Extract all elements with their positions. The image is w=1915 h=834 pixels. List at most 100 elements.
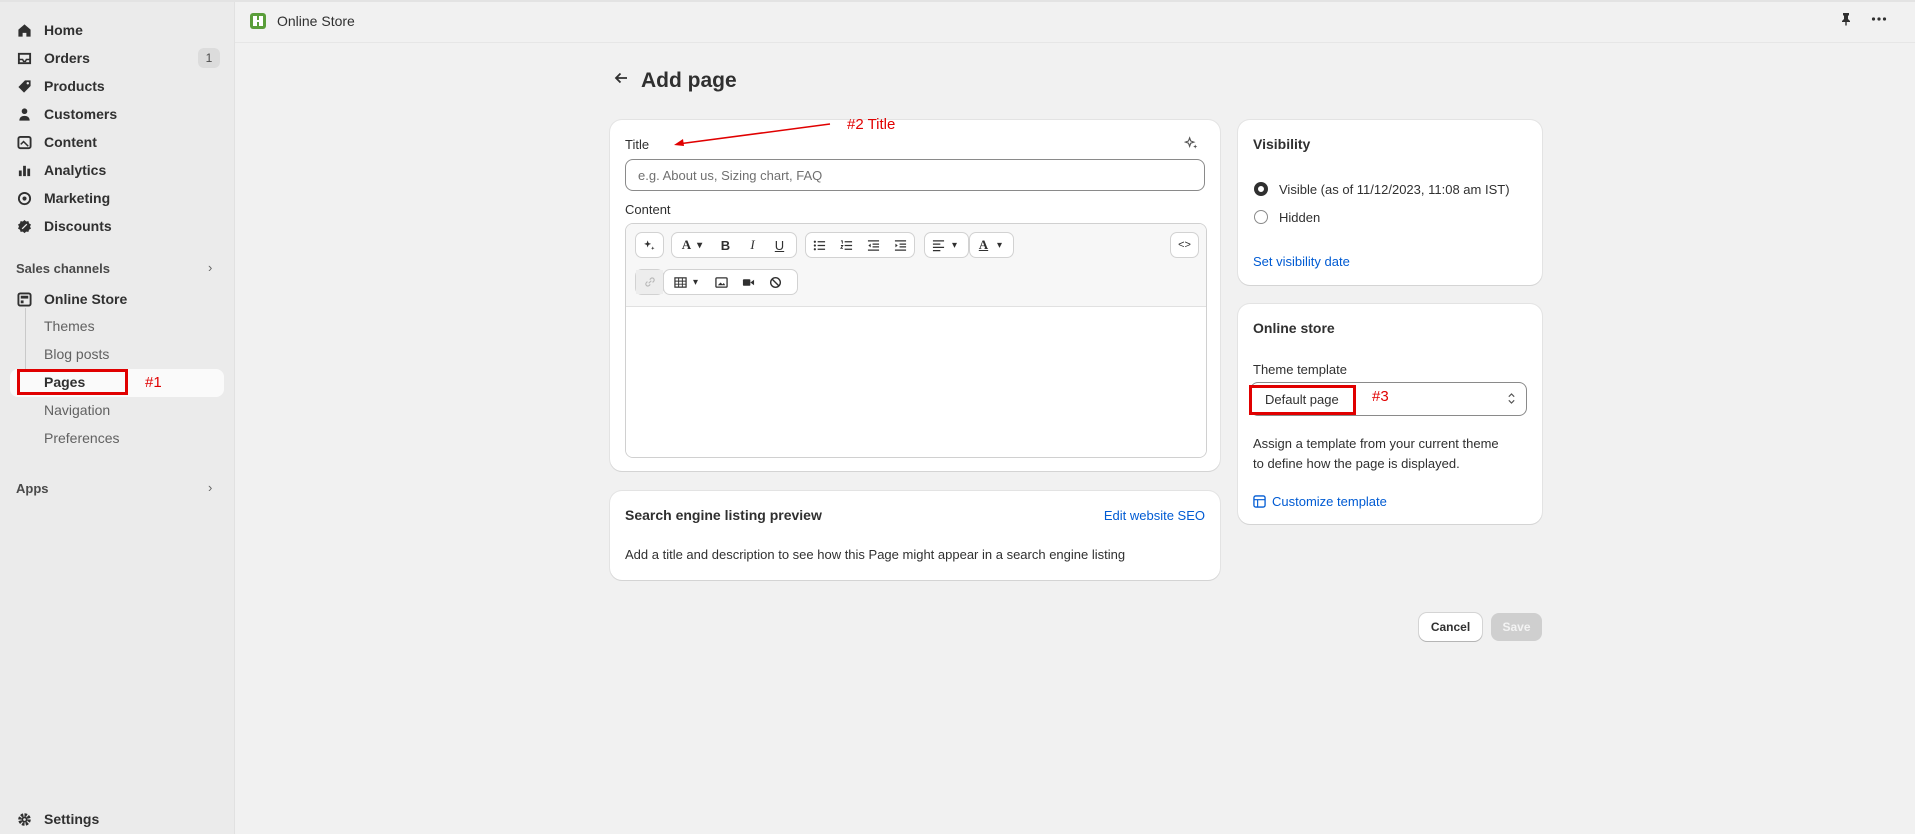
sidebar-item-marketing[interactable]: Marketing [16, 186, 110, 210]
sidebar-subitem-preferences[interactable]: Preferences [44, 430, 119, 446]
content-label: Content [625, 202, 671, 217]
topbar-divider [235, 42, 1915, 43]
edit-seo-link[interactable]: Edit website SEO [1104, 508, 1205, 523]
table-dropdown[interactable]: ▾ [664, 270, 708, 294]
sidebar-item-home[interactable]: Home [16, 18, 83, 42]
visibility-card-title: Visibility [1253, 136, 1311, 152]
annotation-note-3: #3 [1372, 388, 1389, 405]
pin-icon[interactable] [1839, 12, 1853, 30]
align-dropdown[interactable]: ▾ [924, 232, 969, 258]
sparkle-icon [636, 233, 663, 257]
back-arrow-icon[interactable] [613, 70, 629, 91]
table-icon [674, 276, 687, 288]
seo-description: Add a title and description to see how t… [625, 547, 1126, 562]
topbar-store[interactable]: Online Store [249, 12, 355, 30]
annotation-arrow-2 [674, 123, 831, 146]
chevron-down-icon: ▾ [952, 239, 958, 251]
rich-text-editor: A ▾ B I U ▾ A ▾ <> ▾ [625, 223, 1207, 458]
title-input[interactable]: e.g. About us, Sizing chart, FAQ [625, 159, 1205, 191]
image-icon [16, 134, 32, 150]
person-icon [16, 106, 32, 122]
indent-icon[interactable] [887, 233, 914, 257]
page-content-card: Title e.g. About us, Sizing chart, FAQ C… [610, 120, 1220, 471]
annotation-note-1: #1 [145, 374, 162, 391]
visibility-card: Visibility Visible (as of 11/12/2023, 11… [1238, 120, 1542, 285]
gear-icon [16, 811, 32, 827]
text-color-icon: A [978, 237, 989, 252]
customize-template-link[interactable]: Customize template [1253, 494, 1387, 509]
theme-template-label: Theme template [1253, 362, 1347, 377]
chevron-down-icon: ▾ [692, 276, 699, 288]
underline-button[interactable]: U [766, 233, 793, 257]
ai-generate-button[interactable] [635, 232, 664, 258]
chevron-right-icon[interactable]: › [208, 260, 212, 275]
sidebar-item-settings[interactable]: Settings [16, 807, 99, 831]
chevron-down-icon: ▾ [997, 239, 1003, 251]
sidebar-item-label: Home [44, 22, 83, 38]
home-icon [16, 22, 32, 38]
more-options-icon[interactable] [1871, 12, 1887, 30]
orders-count-badge: 1 [198, 48, 220, 68]
top-border [0, 0, 1915, 2]
apps-heading[interactable]: Apps [16, 481, 49, 496]
visible-radio-label[interactable]: Visible (as of 11/12/2023, 11:08 am IST) [1279, 182, 1510, 197]
topbar-icons [1839, 12, 1887, 30]
sidebar: Home Orders 1 Products Customers Content… [0, 2, 235, 834]
hidden-radio[interactable] [1254, 210, 1268, 224]
sidebar-item-label: Analytics [44, 162, 107, 178]
numbered-list-icon[interactable] [833, 233, 860, 257]
sidebar-item-label: Products [44, 78, 105, 94]
link-button[interactable] [635, 269, 664, 295]
editor-body[interactable] [626, 307, 1206, 457]
template-help-line1: Assign a template from your current them… [1253, 436, 1499, 451]
chevron-down-icon: ▾ [697, 239, 703, 251]
sidebar-item-online-store[interactable]: Online Store [16, 287, 127, 311]
bold-button[interactable]: B [712, 233, 739, 257]
hidden-radio-label[interactable]: Hidden [1279, 210, 1320, 225]
customize-template-label: Customize template [1272, 494, 1387, 509]
list-group [805, 232, 915, 258]
storefront-icon [16, 291, 32, 307]
insert-image-icon[interactable] [708, 270, 735, 294]
sidebar-item-label: Marketing [44, 190, 111, 206]
sales-channels-heading[interactable]: Sales channels [16, 261, 110, 276]
set-visibility-date-link[interactable]: Set visibility date [1253, 254, 1350, 269]
insert-video-icon[interactable] [735, 270, 762, 294]
visible-radio[interactable] [1254, 182, 1268, 196]
show-html-button[interactable]: <> [1170, 232, 1199, 258]
cancel-button[interactable]: Cancel [1419, 613, 1482, 641]
title-label: Title [625, 137, 650, 152]
sidebar-subitem-themes[interactable]: Themes [44, 318, 95, 334]
outdent-icon[interactable] [860, 233, 887, 257]
bar-chart-icon [16, 162, 32, 178]
sidebar-subitem-navigation[interactable]: Navigation [44, 402, 110, 418]
store-logo-icon [249, 12, 267, 30]
template-help-line2: to define how the page is displayed. [1253, 456, 1460, 471]
target-icon [16, 190, 32, 206]
sidebar-item-products[interactable]: Products [16, 74, 105, 98]
sidebar-item-label: Customers [44, 106, 118, 122]
sidebar-item-content[interactable]: Content [16, 130, 97, 154]
bullet-list-icon[interactable] [806, 233, 833, 257]
sidebar-item-customers[interactable]: Customers [16, 102, 117, 126]
sidebar-item-label: Online Store [44, 291, 128, 307]
sidebar-item-discounts[interactable]: Discounts [16, 214, 112, 238]
online-store-card-title: Online store [1253, 320, 1335, 336]
sparkle-icon[interactable] [1183, 136, 1199, 154]
link-icon [636, 270, 663, 294]
annotation-box-3 [1249, 385, 1356, 415]
annotation-note-2: #2 Title [847, 116, 896, 133]
seo-preview-card: Search engine listing preview Edit websi… [610, 491, 1220, 580]
sidebar-subitem-blog-posts[interactable]: Blog posts [44, 346, 109, 362]
sidebar-item-orders[interactable]: Orders [16, 46, 90, 70]
font-style-dropdown[interactable]: A ▾ [672, 233, 712, 257]
text-format-group: A ▾ B I U [671, 232, 797, 258]
clear-formatting-icon[interactable] [762, 270, 789, 294]
layout-icon [1253, 495, 1266, 508]
save-button[interactable]: Save [1491, 613, 1542, 641]
align-left-icon [925, 233, 952, 257]
text-color-dropdown[interactable]: A ▾ [969, 232, 1014, 258]
sidebar-item-analytics[interactable]: Analytics [16, 158, 106, 182]
italic-button[interactable]: I [739, 233, 766, 257]
chevron-right-icon[interactable]: › [208, 480, 212, 495]
